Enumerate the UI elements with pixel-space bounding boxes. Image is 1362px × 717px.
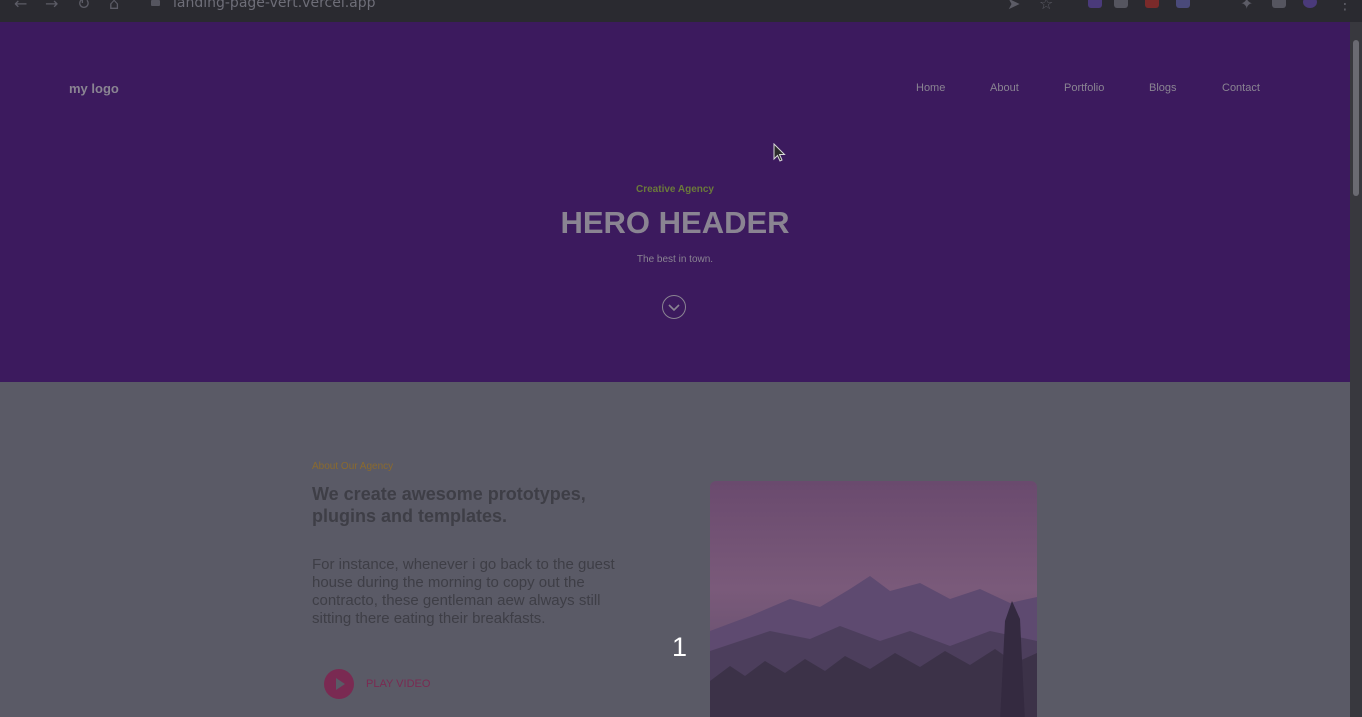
mountain-image [710,481,1037,717]
slide-number: 1 [672,632,688,662]
hero-kicker: Creative Agency [636,184,714,195]
hero-section [0,22,1350,382]
nav-blogs[interactable]: Blogs [1149,82,1177,94]
nav-home[interactable]: Home [916,82,945,94]
hero-tagline: The best in town. [636,254,714,265]
page-viewport: my logo Home About Portfolio Blogs Conta… [0,22,1350,717]
lock-icon [151,0,160,6]
scroll-down-button[interactable] [662,295,686,319]
scrollbar-thumb[interactable] [1353,40,1359,196]
side-panel-icon[interactable] [1272,0,1286,8]
bookmark-star-icon[interactable]: ☆ [1039,0,1053,13]
back-icon[interactable]: ← [14,0,27,13]
mouse-cursor-icon [773,143,786,162]
menu-icon[interactable]: ⋮ [1337,0,1353,13]
about-label: About Our Agency [312,461,394,472]
hero-wave-divider [0,362,1350,380]
forward-icon[interactable]: → [45,0,58,13]
address-bar[interactable]: landing-page-vert.vercel.app [173,0,376,11]
chevron-down-icon [668,304,680,312]
extension-icon[interactable] [1114,0,1128,8]
about-title: We create awesome prototypes, plugins an… [312,484,586,526]
play-video-link[interactable]: PLAY VIDEO [366,678,430,690]
nav-portfolio[interactable]: Portfolio [1064,82,1104,94]
hero-title: HERO HEADER [560,205,790,240]
play-icon[interactable] [324,669,354,699]
send-icon[interactable]: ➤ [1007,0,1020,13]
browser-toolbar: ← → ↻ ⌂ landing-page-vert.vercel.app ➤ ☆… [0,0,1362,22]
extension-icon[interactable] [1088,0,1102,8]
home-icon[interactable]: ⌂ [109,0,119,13]
extension-icon[interactable] [1145,0,1159,8]
nav-about[interactable]: About [990,82,1019,94]
reload-icon[interactable]: ↻ [77,0,90,13]
extension-icon[interactable] [1176,0,1190,8]
about-text: For instance, whenever i go back to the … [312,556,615,627]
page-scrollbar[interactable] [1350,22,1362,717]
nav-contact[interactable]: Contact [1222,82,1260,94]
puzzle-icon[interactable]: ✦ [1240,0,1253,13]
avatar[interactable] [1303,0,1317,8]
logo[interactable]: my logo [69,81,119,96]
